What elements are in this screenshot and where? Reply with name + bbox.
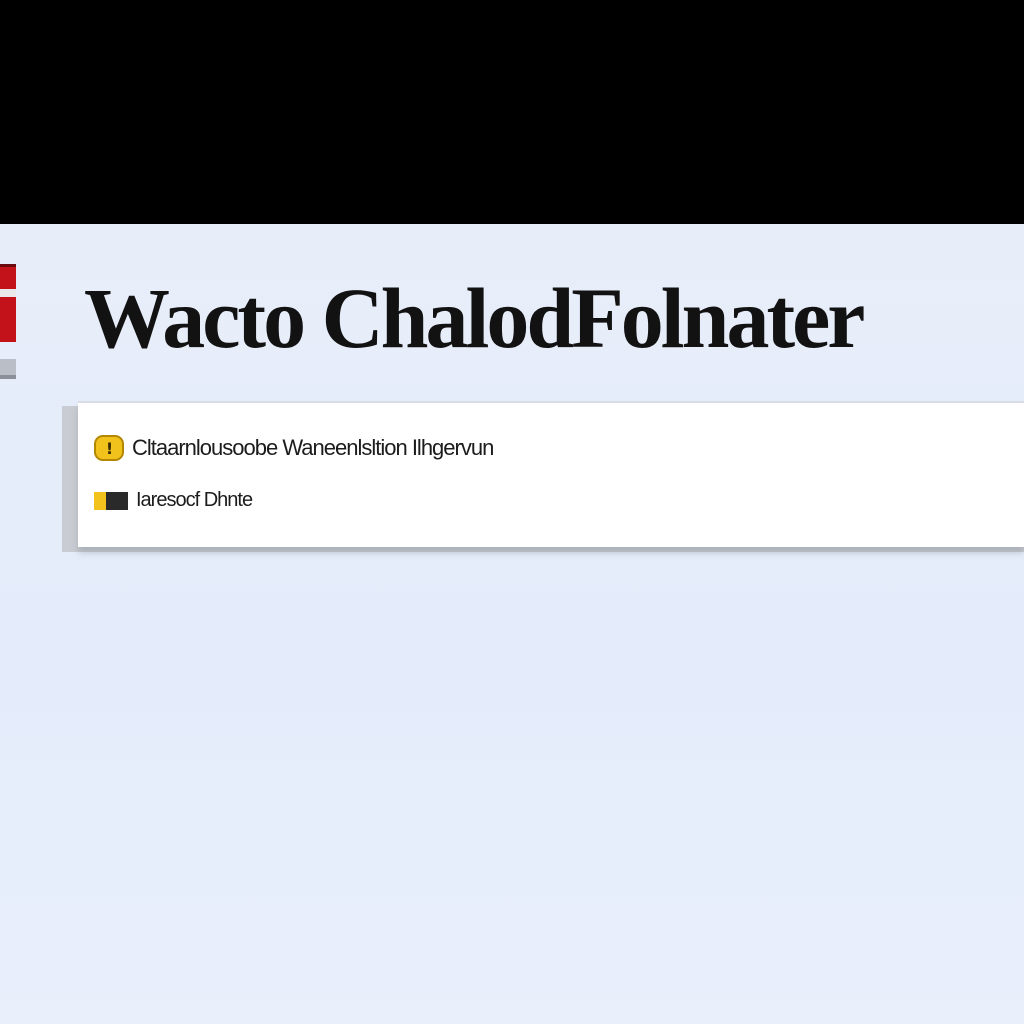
top-black-bar bbox=[0, 0, 1024, 224]
list-item-warning[interactable]: ! Cltaarnlousoobe Waneenlsltion Ilhgervu… bbox=[94, 435, 494, 461]
logo-red-block bbox=[0, 264, 16, 342]
list-item-folder[interactable]: Iaresocf Dhnte bbox=[94, 489, 253, 512]
list-item-label: Cltaarnlousoobe Waneenlsltion Ilhgervun bbox=[132, 435, 494, 460]
app-logo-icon bbox=[0, 264, 16, 379]
logo-grey-block bbox=[0, 359, 16, 379]
page-title: Wacto ChalodFolnater bbox=[84, 270, 865, 366]
warning-icon: ! bbox=[94, 435, 124, 461]
folder-icon bbox=[94, 491, 128, 510]
list-item-label: Iaresocf Dhnte bbox=[136, 489, 253, 511]
result-panel: ! Cltaarnlousoobe Waneenlsltion Ilhgervu… bbox=[78, 401, 1024, 547]
